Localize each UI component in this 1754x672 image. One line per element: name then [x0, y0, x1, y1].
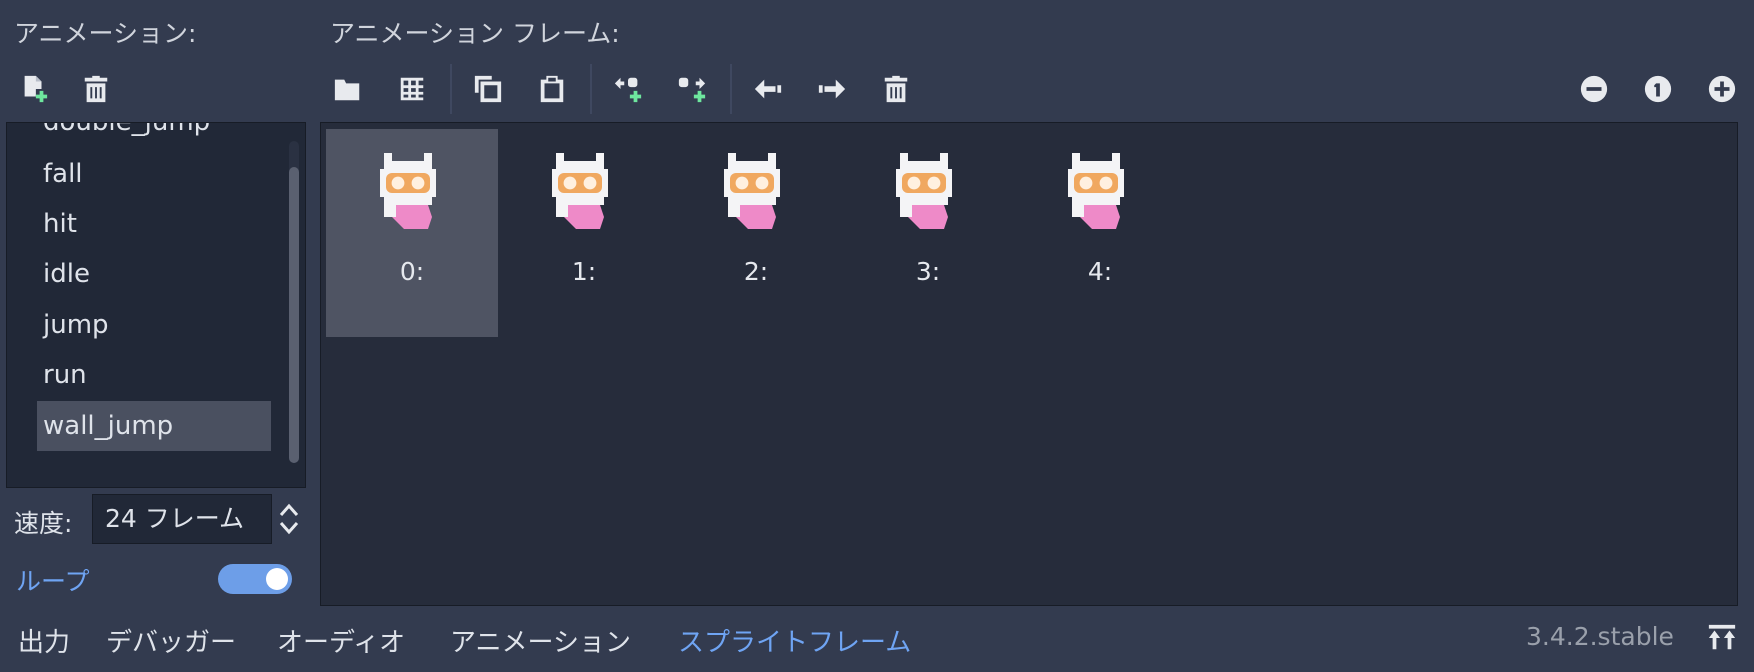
- version-label: 3.4.2.stable: [1526, 622, 1674, 651]
- sprite-thumbnail: [724, 153, 780, 229]
- sprite-thumbnail: [1068, 153, 1124, 229]
- sprite-thumbnail: [896, 153, 952, 229]
- speed-label: 速度:: [14, 509, 73, 538]
- frame-label: 2:: [743, 257, 769, 286]
- speed-spinbox[interactable]: 24 フレーム: [92, 494, 272, 544]
- delete-animation-button[interactable]: [74, 67, 118, 111]
- paste-button[interactable]: [530, 67, 574, 111]
- toggle-knob: [266, 568, 288, 590]
- zoom-reset-button[interactable]: [1636, 67, 1680, 111]
- animations-header: アニメーション:: [14, 19, 197, 48]
- zoom-reset-icon: [1644, 75, 1672, 103]
- tab-animation[interactable]: アニメーション: [450, 622, 631, 659]
- frames-panel[interactable]: 0: 1: 2: 3: 4:: [320, 122, 1738, 606]
- spritesheet-grid-icon: [400, 77, 424, 101]
- spritesheet-button[interactable]: [390, 67, 434, 111]
- frame-cell-1[interactable]: 1:: [498, 129, 670, 337]
- tab-output[interactable]: 出力: [18, 622, 70, 659]
- delete-animation-icon: [84, 75, 108, 103]
- copy-button[interactable]: [466, 67, 510, 111]
- scrollbar-thumb[interactable]: [289, 167, 299, 463]
- delete-frame-button[interactable]: [874, 67, 918, 111]
- animation-list[interactable]: double_jump fall hit idle jump run wall_…: [6, 122, 306, 488]
- copy-icon: [474, 75, 502, 103]
- frame-label: 1:: [571, 257, 597, 286]
- tab-audio[interactable]: オーディオ: [277, 622, 405, 659]
- frame-label: 4:: [1087, 257, 1113, 286]
- animation-list-scrollbar[interactable]: [289, 141, 299, 463]
- paste-icon: [540, 75, 564, 103]
- sprite-thumbnail: [380, 153, 436, 229]
- insert-after-button[interactable]: [670, 67, 714, 111]
- zoom-in-button[interactable]: [1700, 67, 1744, 111]
- zoom-out-button[interactable]: [1572, 67, 1616, 111]
- loop-toggle[interactable]: [218, 564, 292, 594]
- new-animation-icon: [24, 75, 48, 103]
- insert-before-button[interactable]: [606, 67, 650, 111]
- tab-sprite-frames[interactable]: スプライトフレーム: [678, 622, 911, 659]
- zoom-out-icon: [1580, 75, 1608, 103]
- expand-panel-button[interactable]: [1700, 616, 1744, 660]
- animation-item-hit[interactable]: hit: [37, 199, 271, 249]
- animation-item-wall-jump[interactable]: wall_jump: [37, 401, 271, 451]
- frame-label: 3:: [915, 257, 941, 286]
- zoom-in-icon: [1708, 75, 1736, 103]
- animation-item-jump[interactable]: jump: [37, 300, 271, 350]
- insert-after-icon: [678, 77, 706, 103]
- load-folder-icon: [334, 79, 360, 101]
- delete-frame-icon: [884, 75, 908, 103]
- tab-debugger[interactable]: デバッガー: [106, 622, 236, 659]
- frame-label: 0:: [399, 257, 425, 286]
- animation-item-double-jump[interactable]: double_jump: [37, 123, 271, 147]
- move-left-icon: [754, 79, 782, 99]
- frame-cell-0[interactable]: 0:: [326, 129, 498, 337]
- animation-item-run[interactable]: run: [37, 350, 271, 400]
- new-animation-button[interactable]: [12, 67, 56, 111]
- frame-cell-2[interactable]: 2:: [670, 129, 842, 337]
- load-frames-button[interactable]: [326, 67, 370, 111]
- insert-before-icon: [614, 77, 642, 103]
- move-right-icon: [818, 79, 846, 99]
- sprite-thumbnail: [552, 153, 608, 229]
- spin-arrows-icon[interactable]: [278, 502, 300, 536]
- animation-item-fall[interactable]: fall: [37, 149, 271, 199]
- move-right-button[interactable]: [810, 67, 854, 111]
- frames-header: アニメーション フレーム:: [330, 19, 620, 48]
- move-left-button[interactable]: [746, 67, 790, 111]
- frame-cell-3[interactable]: 3:: [842, 129, 1014, 337]
- frame-cell-4[interactable]: 4:: [1014, 129, 1186, 337]
- expand-panel-icon: [1708, 624, 1736, 650]
- animation-item-idle[interactable]: idle: [37, 249, 271, 299]
- loop-label: ループ: [16, 567, 90, 596]
